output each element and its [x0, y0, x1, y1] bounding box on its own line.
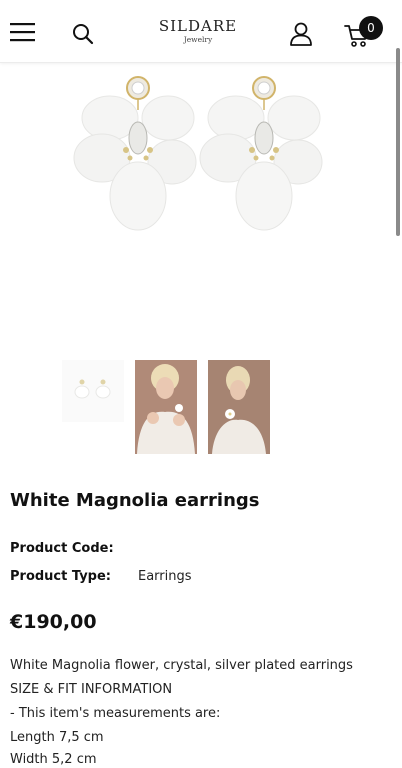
product-main-image[interactable]: [60, 66, 340, 246]
thumbnail-model-photo-2[interactable]: [208, 360, 270, 454]
search-icon[interactable]: [72, 23, 94, 45]
brand-logo[interactable]: SILDARE Jewelry: [150, 18, 246, 45]
description-line: SIZE & FIT INFORMATION: [10, 682, 173, 697]
earring-right-image: [199, 76, 323, 231]
product-title: White Magnolia earrings: [10, 490, 260, 511]
description-line: White Magnolia flower, crystal, silver p…: [10, 658, 353, 673]
product-price: €190,00: [10, 611, 97, 633]
page-scrollbar[interactable]: [396, 48, 400, 236]
earring-left-image: [73, 76, 197, 231]
description-line: Width 5,2 cm: [10, 752, 97, 767]
product-code-label: Product Code:: [10, 541, 114, 556]
thumbnail-model-photo-1[interactable]: [135, 360, 197, 454]
description-line: Length 7,5 cm: [10, 730, 104, 745]
brand-name: SILDARE: [158, 17, 238, 35]
user-icon[interactable]: [289, 22, 313, 46]
thumbnail-earrings[interactable]: [62, 360, 124, 454]
site-header: SILDARE Jewelry 0: [0, 0, 402, 63]
brand-tagline: Jewelry: [183, 35, 213, 44]
cart-count-badge[interactable]: 0: [359, 16, 383, 40]
hamburger-menu-icon[interactable]: [10, 22, 36, 42]
product-type-value[interactable]: Earrings: [138, 569, 192, 584]
product-type-label: Product Type:: [10, 569, 111, 584]
description-line: - This item's measurements are:: [10, 706, 221, 721]
